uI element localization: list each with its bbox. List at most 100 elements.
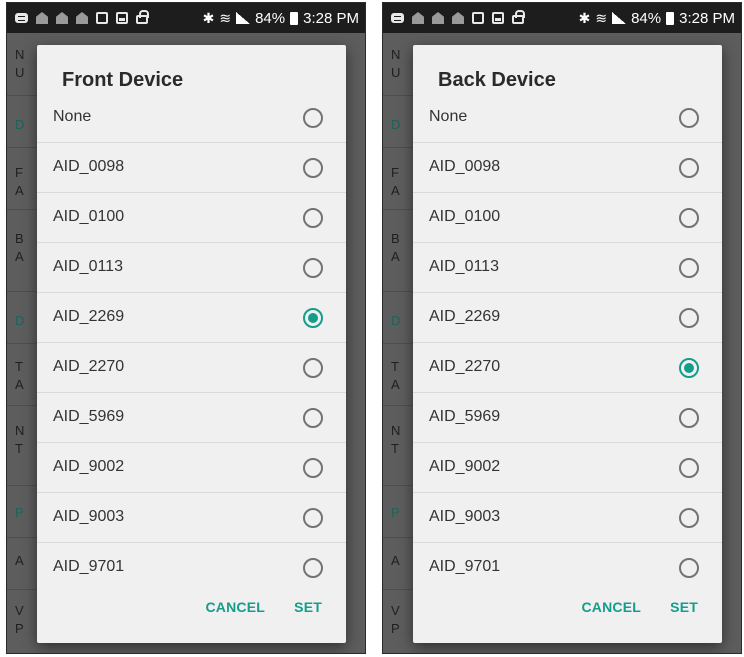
device-option-row[interactable]: AID_2269: [37, 293, 346, 343]
bluetooth-icon: ✱: [578, 9, 591, 26]
screenshot-icon: [492, 12, 504, 24]
radio-unselected-icon[interactable]: [303, 558, 323, 578]
lock-icon: [136, 10, 149, 24]
radio-unselected-icon[interactable]: [303, 508, 323, 528]
radio-unselected-icon[interactable]: [303, 108, 323, 128]
device-option-label: None: [53, 108, 92, 125]
background-item-letter: V: [15, 603, 24, 618]
device-option-label: AID_9003: [53, 508, 125, 525]
device-option-label: AID_9701: [429, 558, 501, 575]
background-divider: [383, 485, 413, 486]
device-option-row[interactable]: AID_5969: [37, 393, 346, 443]
radio-unselected-icon[interactable]: [679, 208, 699, 228]
set-button[interactable]: SET: [670, 599, 698, 615]
background-divider: [7, 95, 37, 96]
cancel-button[interactable]: CANCEL: [205, 599, 265, 615]
radio-unselected-icon[interactable]: [303, 458, 323, 478]
device-option-row[interactable]: AID_0098: [413, 143, 722, 193]
device-option-row[interactable]: AID_9701: [37, 543, 346, 593]
radio-unselected-icon[interactable]: [679, 108, 699, 128]
background-divider: [7, 589, 37, 590]
notification-icon: [76, 12, 88, 24]
background-divider: [7, 537, 37, 538]
background-item-letter: D: [391, 117, 401, 132]
battery-percent: 84%: [631, 9, 662, 27]
device-option-row[interactable]: AID_2270: [37, 343, 346, 393]
background-item-letter: N: [391, 423, 401, 438]
background-item-letter: D: [391, 313, 401, 328]
device-option-row[interactable]: AID_5969: [413, 393, 722, 443]
background-divider: [7, 291, 37, 292]
device-option-row[interactable]: None: [37, 93, 346, 143]
background-item-letter: V: [391, 603, 400, 618]
radio-unselected-icon[interactable]: [679, 558, 699, 578]
background-item-letter: A: [391, 553, 400, 568]
device-options-list: None AID_0098 AID_0100 AID_0113 AID_2269 AID_…: [37, 93, 346, 593]
phone-screen-back: ✱ ≋ 84% 3:28 PM NUDFABADTANTPAVP Back De…: [382, 2, 742, 654]
radio-unselected-icon[interactable]: [679, 158, 699, 178]
device-select-dialog: Back Device None AID_0098 AID_0100 AID_0113…: [413, 45, 722, 643]
background-item-letter: A: [391, 249, 400, 264]
device-option-label: AID_9701: [53, 558, 125, 575]
background-divider: [7, 405, 37, 406]
message-icon: [15, 13, 28, 23]
device-option-label: AID_0098: [53, 158, 125, 175]
background-item-letter: D: [15, 117, 25, 132]
device-option-row[interactable]: AID_2269: [413, 293, 722, 343]
device-option-row[interactable]: None: [413, 93, 722, 143]
device-option-label: AID_5969: [53, 408, 125, 425]
radio-selected-icon[interactable]: [303, 308, 323, 328]
background-divider: [7, 485, 37, 486]
radio-unselected-icon[interactable]: [679, 508, 699, 528]
radio-unselected-icon[interactable]: [303, 208, 323, 228]
device-option-row[interactable]: AID_9003: [37, 493, 346, 543]
notification-icon: [56, 12, 68, 24]
background-item-letter: B: [15, 231, 24, 246]
screenshot-icon: [116, 12, 128, 24]
dialog-actions: CANCEL SET: [413, 599, 722, 619]
status-bar: ✱ ≋ 84% 3:28 PM: [383, 3, 741, 33]
device-option-row[interactable]: AID_9002: [37, 443, 346, 493]
device-option-row[interactable]: AID_0100: [413, 193, 722, 243]
device-option-row[interactable]: AID_9701: [413, 543, 722, 593]
cancel-button[interactable]: CANCEL: [581, 599, 641, 615]
set-button[interactable]: SET: [294, 599, 322, 615]
device-option-label: AID_0113: [429, 258, 499, 275]
radio-unselected-icon[interactable]: [679, 458, 699, 478]
radio-unselected-icon[interactable]: [679, 258, 699, 278]
device-option-row[interactable]: AID_0098: [37, 143, 346, 193]
radio-unselected-icon[interactable]: [679, 308, 699, 328]
background-item-letter: U: [15, 65, 25, 80]
background-divider: [383, 405, 413, 406]
notification-icon: [36, 12, 48, 24]
background-item-letter: D: [15, 313, 25, 328]
lock-icon: [512, 10, 525, 24]
background-divider: [383, 537, 413, 538]
dialog-title: Front Device: [62, 69, 184, 91]
device-option-row[interactable]: AID_0113: [37, 243, 346, 293]
device-option-row[interactable]: AID_0113: [413, 243, 722, 293]
device-option-row[interactable]: AID_9002: [413, 443, 722, 493]
phone-screen-front: ✱ ≋ 84% 3:28 PM NUDFABADTANTPAVP Front D…: [6, 2, 366, 654]
device-option-row[interactable]: AID_0100: [37, 193, 346, 243]
background-divider: [383, 209, 413, 210]
background-divider: [383, 291, 413, 292]
background-divider: [383, 343, 413, 344]
radio-unselected-icon[interactable]: [303, 358, 323, 378]
dialog-title: Back Device: [438, 69, 556, 91]
device-option-label: AID_9003: [429, 508, 501, 525]
radio-unselected-icon[interactable]: [303, 408, 323, 428]
device-option-label: AID_2270: [53, 358, 125, 375]
status-time: 3:28 PM: [679, 9, 735, 27]
notification-icon: [452, 12, 464, 24]
background-item-letter: N: [15, 423, 25, 438]
radio-unselected-icon[interactable]: [679, 408, 699, 428]
device-option-row[interactable]: AID_9003: [413, 493, 722, 543]
radio-unselected-icon[interactable]: [303, 258, 323, 278]
radio-unselected-icon[interactable]: [303, 158, 323, 178]
radio-selected-icon[interactable]: [679, 358, 699, 378]
battery-icon: [290, 11, 299, 25]
background-item-letter: N: [391, 47, 401, 62]
device-option-row[interactable]: AID_2270: [413, 343, 722, 393]
signal-icon: [612, 12, 627, 24]
